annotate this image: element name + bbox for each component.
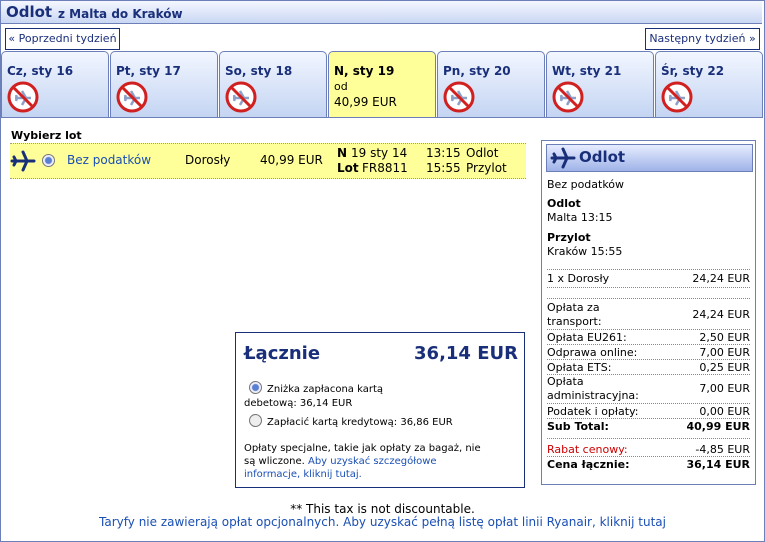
- summary-arrival-value: Kraków 15:55: [547, 245, 623, 258]
- departure-word: Odlot: [466, 146, 499, 160]
- plane-icon: [10, 150, 36, 172]
- tax-note: ** This tax is not discountable.: [290, 502, 475, 516]
- debit-option-line1: Zniżka zapłacona kartą: [267, 384, 383, 395]
- day-abbrev: N: [337, 146, 348, 160]
- line-label: Odprawa online:: [547, 346, 638, 359]
- divider: [547, 456, 750, 457]
- line-label: Opłata ETS:: [547, 361, 612, 374]
- debit-option-line2: debetową: 36,14 EUR: [244, 398, 353, 409]
- title-bar: Odlot z Malta do Kraków: [1, 1, 762, 24]
- next-week-button[interactable]: Następny tydzień »: [645, 28, 760, 50]
- plane-icon: [550, 147, 576, 169]
- flight-label: Lot: [337, 161, 359, 175]
- discount-value: -4,85 EUR: [695, 443, 750, 456]
- total-heading: Łącznie: [244, 343, 321, 364]
- line-value: 0,25 EUR: [699, 361, 750, 374]
- no-flight-icon: [7, 81, 39, 113]
- day-tab-thu[interactable]: Cz, sty 16: [1, 51, 109, 118]
- line-label: Opłata: [547, 375, 584, 388]
- details-link-2[interactable]: informacje, kliknij tutaj.: [244, 469, 362, 480]
- line-label: 1 x Dorosły: [547, 272, 610, 285]
- total-amount: 36,14 EUR: [414, 343, 518, 364]
- day-label: Pn, sty 20: [443, 64, 511, 78]
- fare-name-link[interactable]: Bez podatków: [67, 153, 151, 167]
- day-label: N, sty 19: [334, 64, 395, 78]
- divider: [547, 298, 750, 299]
- no-flight-icon: [661, 81, 693, 113]
- line-value: 7,00 EUR: [699, 346, 750, 359]
- day-price: 40,99 EUR: [334, 95, 397, 109]
- fees-list-link[interactable]: Taryfy nie zawierają opłat opcjonalnych.…: [0, 515, 765, 529]
- day-tab-mon[interactable]: Pn, sty 20: [437, 51, 545, 118]
- line-value: 7,00 EUR: [699, 382, 750, 395]
- total-value: 36,14 EUR: [686, 458, 750, 471]
- divider: [547, 287, 750, 288]
- credit-card-radio[interactable]: [249, 414, 262, 427]
- flight-option-row[interactable]: Bez podatków Dorosły 40,99 EUR N 19 sty …: [10, 143, 526, 179]
- summary-arrival-heading: Przylot: [547, 231, 591, 244]
- previous-week-button[interactable]: « Poprzedni tydzień: [5, 28, 120, 50]
- tab-divider: [1, 117, 762, 118]
- divider: [547, 329, 750, 330]
- arrival-time: 15:55: [426, 161, 461, 175]
- departure-time: 13:15: [426, 146, 461, 160]
- line-label: Opłata EU261:: [547, 331, 627, 344]
- divider: [547, 269, 750, 270]
- no-flight-icon: [116, 81, 148, 113]
- divider: [547, 438, 750, 439]
- flight-date: 19 sty 14: [351, 146, 408, 160]
- credit-option: Zapłacić kartą kredytową: 36,86 EUR: [267, 417, 453, 428]
- divider: [547, 403, 750, 404]
- subtotal-value: 40,99 EUR: [686, 420, 750, 433]
- passenger-type: Dorosły: [185, 153, 231, 167]
- summary-departure-value: Malta 13:15: [547, 211, 613, 224]
- details-link[interactable]: Aby uzyskać szczegółowe: [308, 456, 437, 467]
- note-line1: Opłaty specjalne, takie jak opłaty za ba…: [244, 443, 481, 454]
- line-value: 2,50 EUR: [699, 331, 750, 344]
- day-tab-wed[interactable]: Śr, sty 22: [655, 51, 763, 118]
- line-label: Opłata za: [547, 301, 600, 314]
- day-tab-sat[interactable]: So, sty 18: [219, 51, 327, 118]
- line-value: 24,24 EUR: [692, 272, 750, 285]
- line-value: 0,00 EUR: [699, 405, 750, 418]
- summary-departure-heading: Odlot: [547, 197, 581, 210]
- day-tab-fri[interactable]: Pt, sty 17: [110, 51, 218, 118]
- day-tab-sun[interactable]: N, sty 19 od 40,99 EUR: [328, 51, 436, 118]
- summary-fare: Bez podatków: [547, 178, 625, 191]
- route-subtitle: z Malta do Kraków: [58, 7, 183, 21]
- summary-header: Odlot: [546, 144, 753, 172]
- summary-title: Odlot: [579, 148, 626, 166]
- line-value: 24,24 EUR: [692, 308, 750, 321]
- no-flight-icon: [443, 81, 475, 113]
- select-flight-heading: Wybierz lot: [11, 129, 82, 142]
- subtotal-label: Sub Total:: [547, 420, 609, 433]
- fare-price: 40,99 EUR: [260, 153, 323, 167]
- total-panel: Łącznie 36,14 EUR Zniżka zapłacona kartą…: [235, 332, 525, 488]
- day-label: Cz, sty 16: [7, 64, 74, 78]
- debit-card-radio[interactable]: [249, 381, 262, 394]
- day-tab-tue[interactable]: Wt, sty 21: [546, 51, 654, 118]
- day-label: Pt, sty 17: [116, 64, 181, 78]
- fare-radio[interactable]: [42, 154, 55, 167]
- from-label: od: [334, 80, 348, 93]
- discount-label: Rabat cenowy:: [547, 443, 628, 456]
- line-label: Podatek i opłaty:: [547, 405, 639, 418]
- arrival-word: Przylot: [466, 161, 507, 175]
- divider: [547, 359, 750, 360]
- no-flight-icon: [552, 81, 584, 113]
- fare-summary-panel: Odlot Bez podatków Odlot Malta 13:15 Prz…: [541, 140, 756, 485]
- day-label: Wt, sty 21: [552, 64, 622, 78]
- line-label-2: transport:: [547, 315, 602, 328]
- fees-note: Opłaty specjalne, takie jak opłaty za ba…: [244, 442, 519, 481]
- day-label: So, sty 18: [225, 64, 293, 78]
- flight-number: FR8811: [362, 161, 408, 175]
- no-flight-icon: [225, 81, 257, 113]
- divider: [547, 344, 750, 345]
- total-label: Cena łącznie:: [547, 458, 630, 471]
- page-title: Odlot: [6, 3, 53, 21]
- day-label: Śr, sty 22: [661, 64, 725, 78]
- note-line2: są wliczone.: [244, 456, 305, 467]
- divider: [547, 418, 750, 419]
- line-label-2: administracyjna:: [547, 389, 639, 402]
